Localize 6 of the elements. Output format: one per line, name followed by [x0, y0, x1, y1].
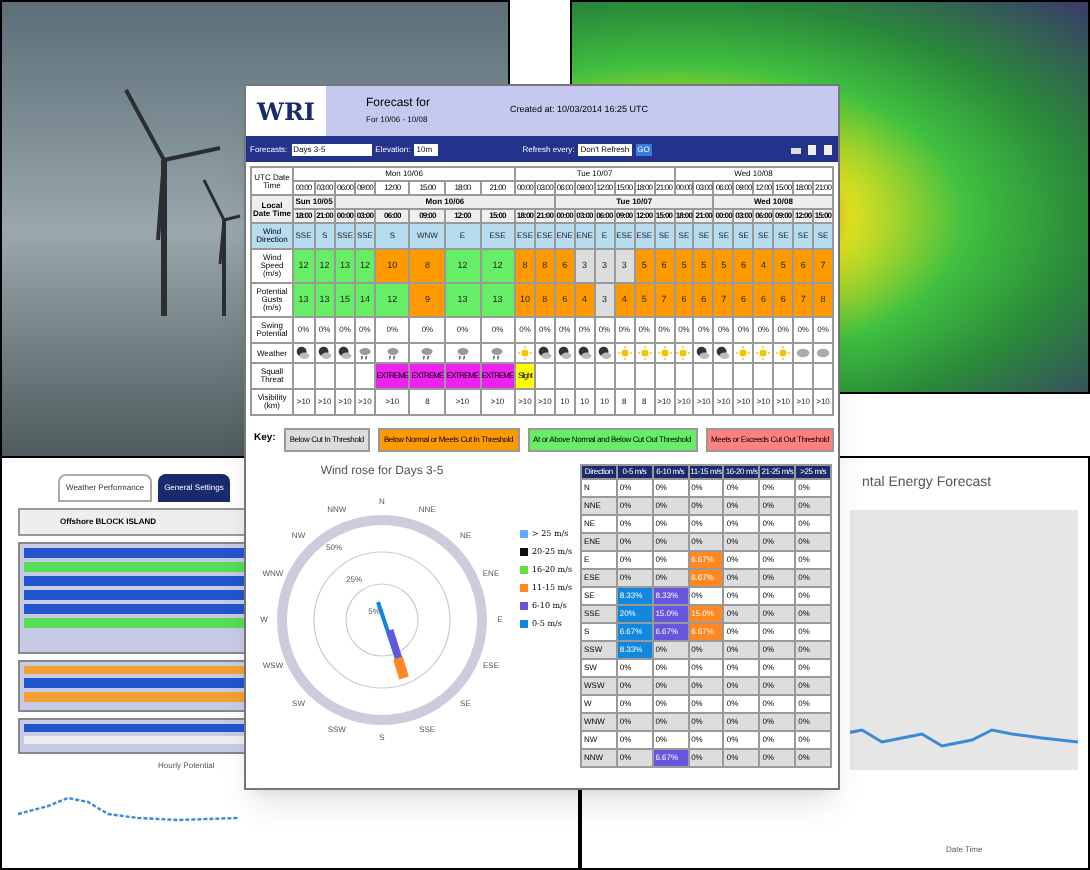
- rain-cloud-icon: [420, 346, 435, 360]
- print-icon[interactable]: [790, 143, 802, 155]
- logo: WRI: [254, 95, 318, 129]
- rain-cloud-icon: [455, 346, 470, 360]
- rain-cloud-icon: [385, 346, 400, 360]
- rain-cloud-icon: [490, 346, 505, 360]
